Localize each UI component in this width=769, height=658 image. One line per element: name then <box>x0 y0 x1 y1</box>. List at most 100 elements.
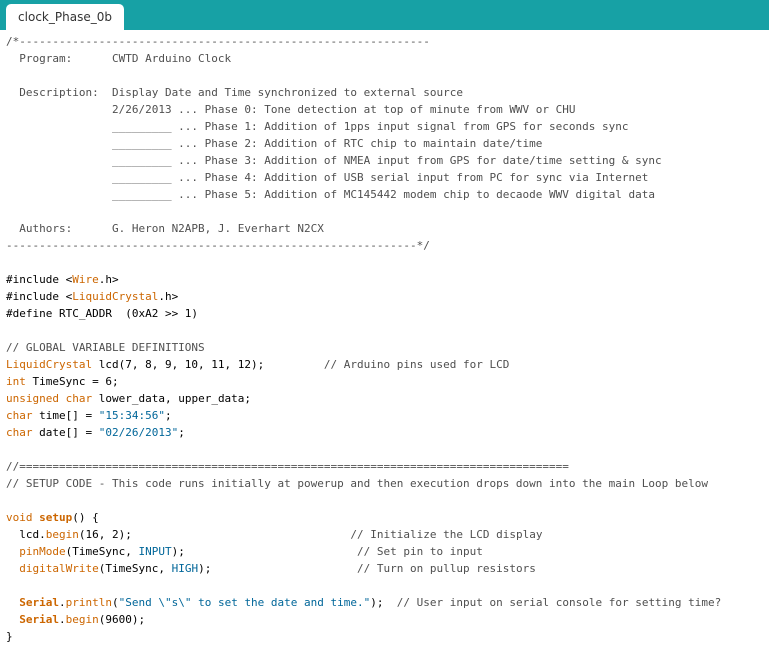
code-token: (16, 2); <box>78 528 351 541</box>
code-token: ); <box>171 545 358 558</box>
code-token: // Turn on pullup resistors <box>357 562 536 575</box>
code-line: char time[] = "15:34:56"; <box>6 407 721 424</box>
code-content: /*--------------------------------------… <box>6 33 721 645</box>
code-token: "15:34:56" <box>98 409 165 422</box>
code-token: _________ ... Phase 3: Addition of NMEA … <box>6 154 662 167</box>
code-line: } <box>6 628 721 645</box>
code-token: (TimeSync, <box>65 545 139 558</box>
code-token: setup <box>39 511 73 524</box>
code-line: #include <Wire.h> <box>6 271 721 288</box>
code-line: Description: Display Date and Time synch… <box>6 84 721 101</box>
code-token: lower_data, upper_data; <box>92 392 252 405</box>
code-line: //======================================… <box>6 458 721 475</box>
code-token: //======================================… <box>6 460 569 473</box>
code-editor[interactable]: /*--------------------------------------… <box>0 30 769 658</box>
code-line: LiquidCrystal lcd(7, 8, 9, 10, 11, 12); … <box>6 356 721 373</box>
code-token: void <box>6 511 33 524</box>
code-token: Program: CWTD Arduino Clock <box>6 52 232 65</box>
code-token: date[] = <box>32 426 99 439</box>
code-token: . <box>59 613 66 626</box>
code-line: Serial.println("Send \"s\" to set the da… <box>6 594 721 611</box>
code-token: char <box>6 426 33 439</box>
code-token: Serial <box>19 596 59 609</box>
code-token: .h> <box>98 273 119 286</box>
code-line: // SETUP CODE - This code runs initially… <box>6 475 721 492</box>
code-line: ----------------------------------------… <box>6 237 721 254</box>
tab-clock-phase-0b[interactable]: clock_Phase_0b <box>6 4 124 30</box>
code-line: #include <LiquidCrystal.h> <box>6 288 721 305</box>
code-line: _________ ... Phase 2: Addition of RTC c… <box>6 135 721 152</box>
code-token: Wire <box>72 273 99 286</box>
code-token: () { <box>72 511 99 524</box>
code-line: // GLOBAL VARIABLE DEFINITIONS <box>6 339 721 356</box>
tab-bar: clock_Phase_0b <box>0 0 769 30</box>
code-line: _________ ... Phase 5: Addition of MC145… <box>6 186 721 203</box>
code-line: void setup() { <box>6 509 721 526</box>
code-line: int TimeSync = 6; <box>6 373 721 390</box>
code-token: Description: Display Date and Time synch… <box>6 86 463 99</box>
code-token: LiquidCrystal <box>6 358 93 371</box>
code-token: /*--------------------------------------… <box>6 35 430 48</box>
code-token: // SETUP CODE - This code runs initially… <box>6 477 708 490</box>
code-line: Serial.begin(9600); <box>6 611 721 628</box>
code-token: println <box>65 596 112 609</box>
code-token: char <box>6 409 33 422</box>
code-token: LiquidCrystal <box>72 290 159 303</box>
code-line: char date[] = "02/26/2013"; <box>6 424 721 441</box>
code-token: "02/26/2013" <box>98 426 179 439</box>
code-line: lcd.begin(16, 2); // Initialize the LCD … <box>6 526 721 543</box>
code-token: _________ ... Phase 4: Addition of USB s… <box>6 171 649 184</box>
code-token: INPUT <box>138 545 172 558</box>
code-token: 2/26/2013 ... Phase 0: Tone detection at… <box>6 103 576 116</box>
code-line: 2/26/2013 ... Phase 0: Tone detection at… <box>6 101 721 118</box>
code-token: "Send \"s\" to set the date and time." <box>118 596 371 609</box>
code-token: Serial <box>19 613 59 626</box>
code-line: #define RTC_ADDR (0xA2 >> 1) <box>6 305 721 322</box>
code-token: (TimeSync, <box>98 562 172 575</box>
code-token: begin <box>45 528 79 541</box>
code-token: ; <box>178 426 185 439</box>
code-token: // Initialize the LCD display <box>350 528 543 541</box>
code-token: TimeSync = 6; <box>25 375 119 388</box>
code-token: pinMode <box>19 545 66 558</box>
code-token: // User input on serial console for sett… <box>396 596 722 609</box>
code-token: HIGH <box>171 562 199 575</box>
code-line: digitalWrite(TimeSync, HIGH); // Turn on… <box>6 560 721 577</box>
code-token: begin <box>65 613 99 626</box>
code-token: // GLOBAL VARIABLE DEFINITIONS <box>6 341 205 354</box>
code-token: // Arduino pins used for LCD <box>323 358 510 371</box>
code-token: #include < <box>6 273 73 286</box>
code-token: time[] = <box>32 409 99 422</box>
code-token: (9600); <box>98 613 146 626</box>
code-token: Authors: G. Heron N2APB, J. Everhart N2C… <box>6 222 324 235</box>
code-token: #define RTC_ADDR (0xA2 >> 1) <box>6 307 199 320</box>
code-token: ); <box>198 562 358 575</box>
code-line: pinMode(TimeSync, INPUT); // Set pin to … <box>6 543 721 560</box>
code-token: char <box>65 392 93 405</box>
code-line: Program: CWTD Arduino Clock <box>6 50 721 67</box>
code-token: digitalWrite <box>19 562 99 575</box>
code-line: /*--------------------------------------… <box>6 33 721 50</box>
code-token: int <box>6 375 26 388</box>
code-token: unsigned <box>6 392 59 405</box>
code-token: #include < <box>6 290 73 303</box>
code-token: _________ ... Phase 5: Addition of MC145… <box>6 188 656 201</box>
code-token: } <box>6 630 13 643</box>
code-token: ----------------------------------------… <box>6 239 430 252</box>
code-line: Authors: G. Heron N2APB, J. Everhart N2C… <box>6 220 721 237</box>
code-token: _________ ... Phase 2: Addition of RTC c… <box>6 137 543 150</box>
code-token: ; <box>164 409 172 422</box>
code-token: ); <box>370 596 397 609</box>
code-token: ( <box>111 596 119 609</box>
code-token: .h> <box>158 290 179 303</box>
